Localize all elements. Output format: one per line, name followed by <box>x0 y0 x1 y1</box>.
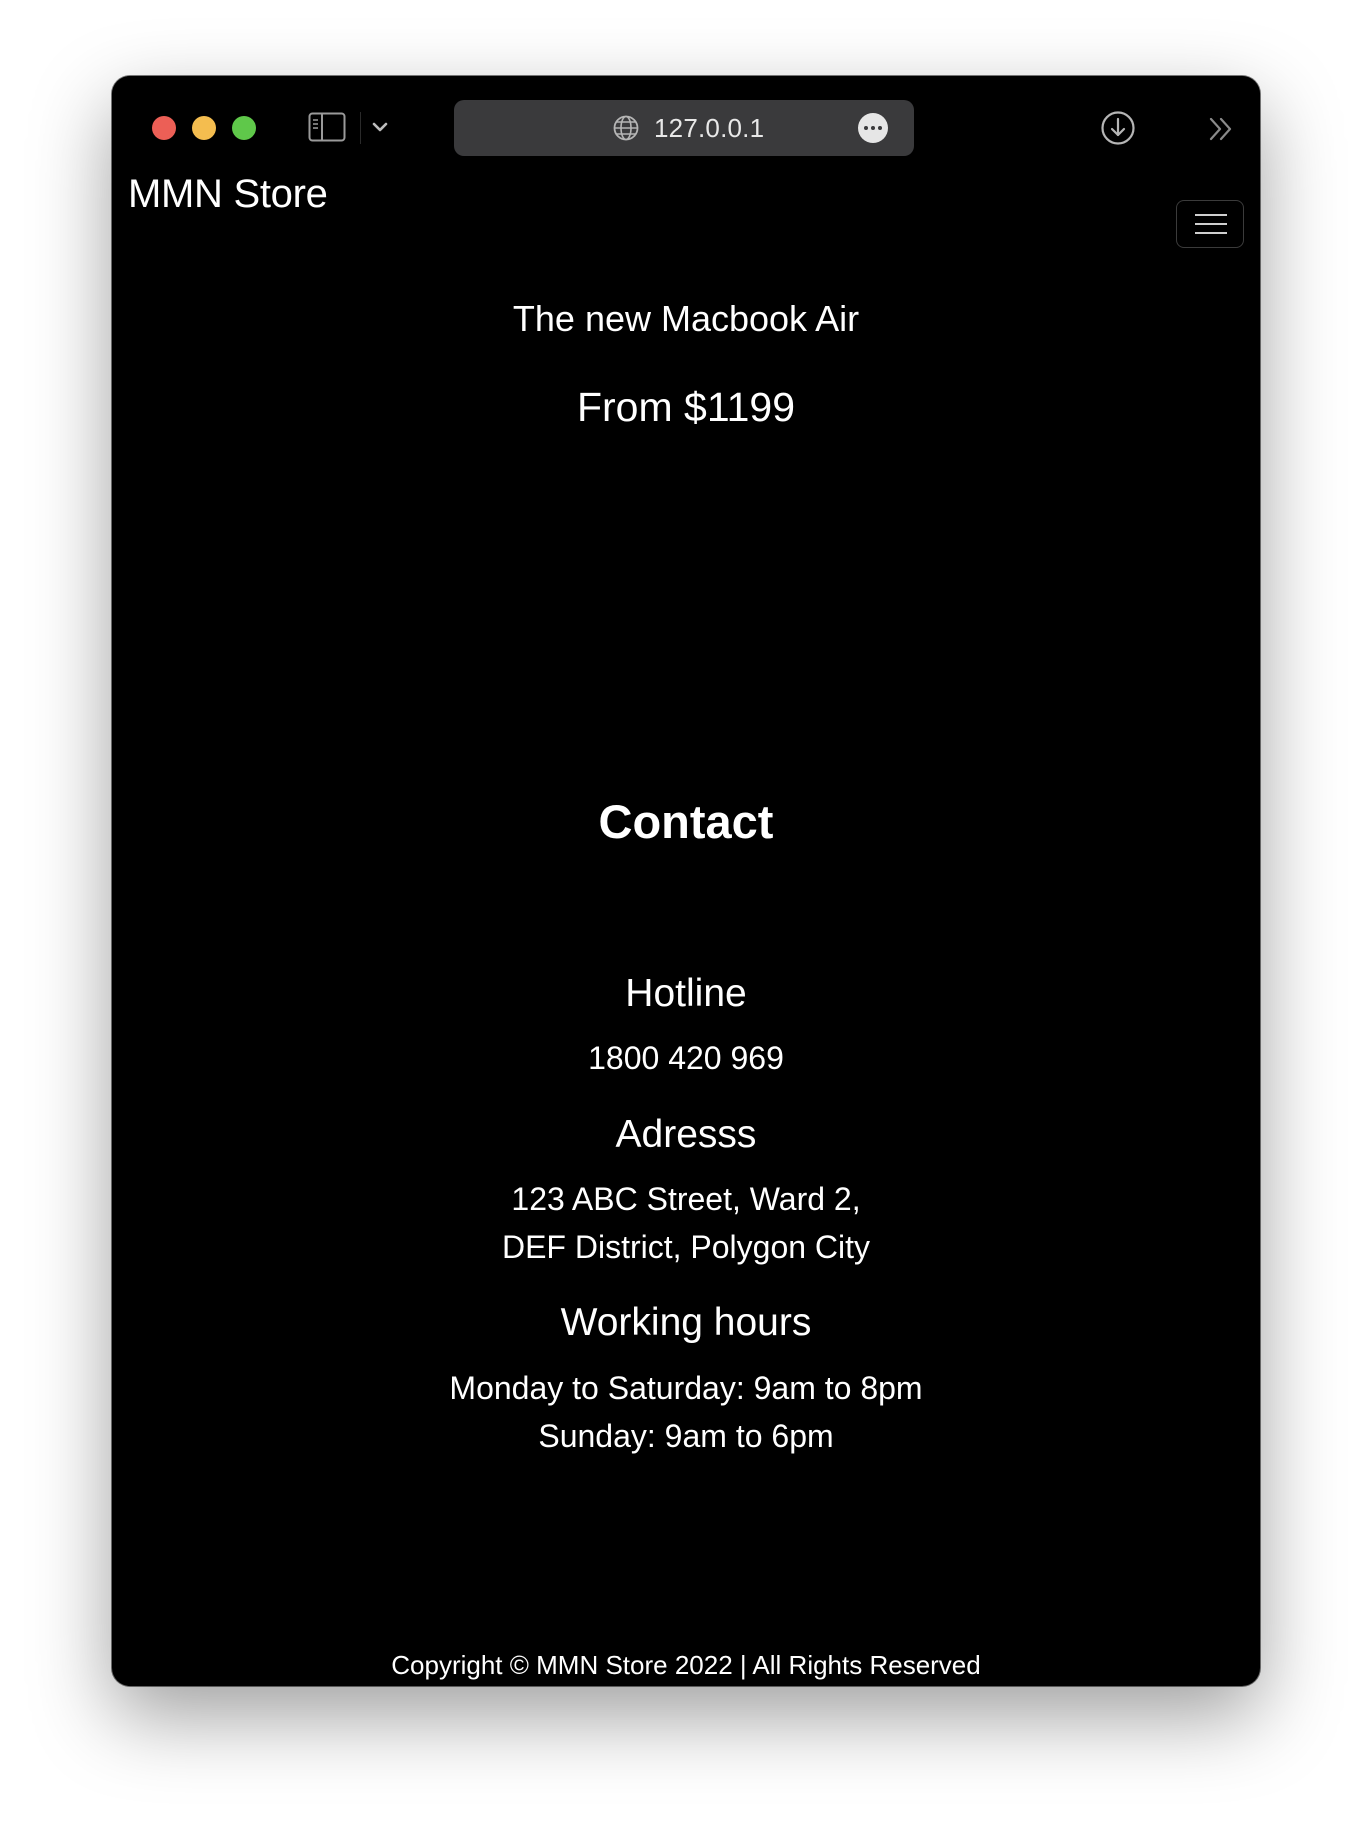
address-heading: Adresss <box>615 1113 757 1156</box>
address-line-2: DEF District, Polygon City <box>501 1229 871 1265</box>
toolbar-divider <box>360 112 361 144</box>
more-options-icon[interactable] <box>858 113 888 143</box>
hero-title: The new Macbook Air <box>512 298 860 339</box>
address-line-1: 123 ABC Street, Ward 2, <box>511 1181 861 1217</box>
url-text: 127.0.0.1 <box>654 113 765 143</box>
download-icon[interactable] <box>1100 110 1136 146</box>
contact-title: Contact <box>598 795 774 848</box>
show-more-tools-icon[interactable] <box>1206 114 1236 144</box>
hamburger-icon <box>1195 214 1227 216</box>
chevron-down-icon[interactable] <box>368 114 392 140</box>
menu-toggle-button[interactable] <box>1176 200 1244 248</box>
browser-toolbar: 127.0.0.1 <box>112 76 1260 182</box>
browser-window: 127.0.0.1 MMN Store The new Macbook Air … <box>112 76 1260 1686</box>
brand-link[interactable]: MMN Store <box>128 172 328 217</box>
address-bar[interactable]: 127.0.0.1 <box>454 100 914 156</box>
footer-copyright: Copyright © MMN Store 2022 | All Rights … <box>391 1650 981 1680</box>
zoom-window-button[interactable] <box>232 116 256 140</box>
close-window-button[interactable] <box>152 116 176 140</box>
working-hours-heading: Working hours <box>560 1301 812 1344</box>
working-hours-line-1: Monday to Saturday: 9am to 8pm <box>449 1370 923 1406</box>
working-hours-line-2: Sunday: 9am to 6pm <box>538 1418 834 1454</box>
hero-price: From $1199 <box>576 384 795 430</box>
hotline-value: 1800 420 969 <box>588 1040 784 1076</box>
minimize-window-button[interactable] <box>192 116 216 140</box>
hotline-heading: Hotline <box>625 972 747 1015</box>
sidebar-toggle-icon[interactable] <box>308 112 346 142</box>
globe-icon <box>613 115 639 141</box>
